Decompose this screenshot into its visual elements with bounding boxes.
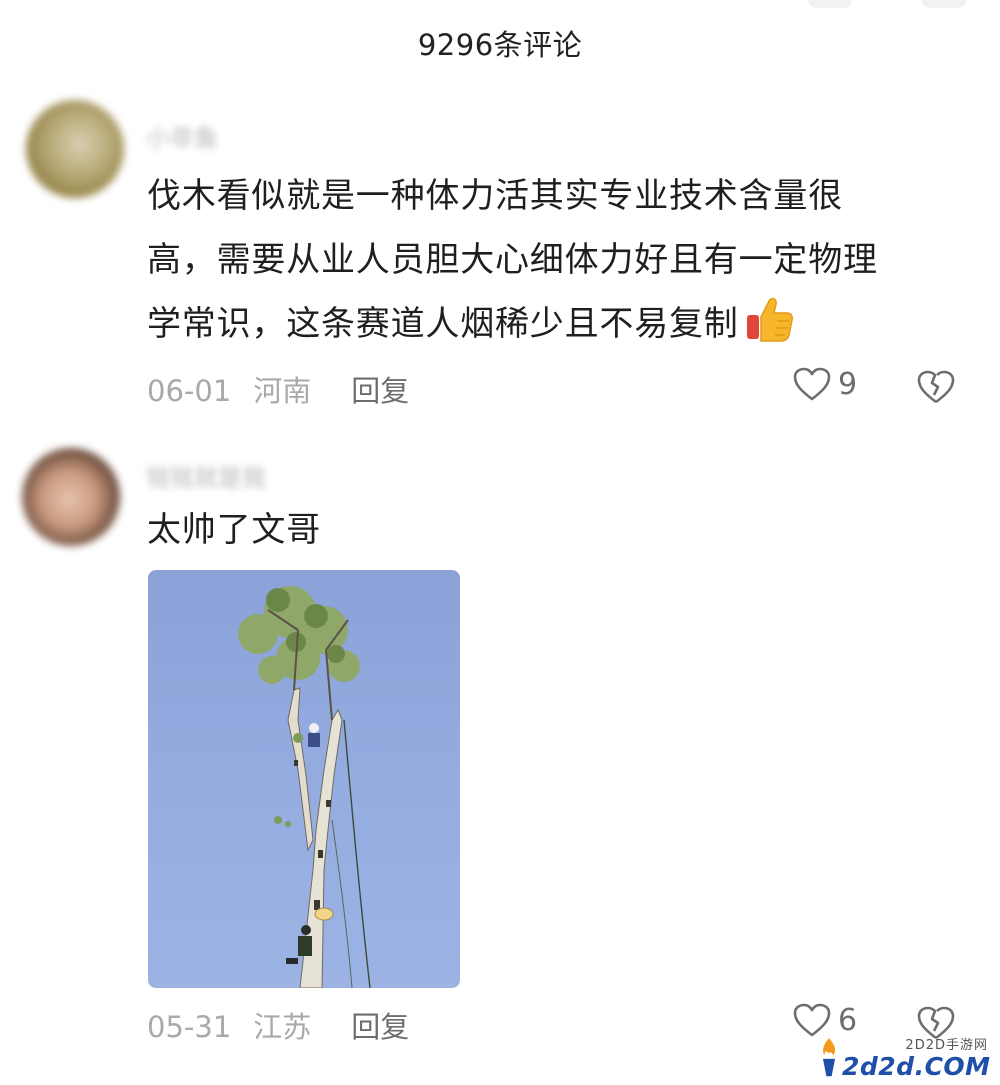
avatar[interactable] bbox=[26, 100, 124, 198]
comments-count-title: 9296条评论 bbox=[417, 28, 583, 62]
dislike-button[interactable] bbox=[916, 368, 956, 406]
avatar[interactable] bbox=[22, 448, 120, 546]
comment-image[interactable] bbox=[148, 570, 460, 988]
top-ghost-left bbox=[808, 0, 852, 8]
heart-icon bbox=[793, 367, 831, 401]
comment-line: 太帅了文哥 bbox=[147, 510, 321, 550]
comment-meta: 06-01 河南 回复 bbox=[147, 368, 409, 410]
broken-heart-icon bbox=[917, 370, 955, 404]
comment-text: 伐木看似就是一种体力活其实专业技术含量很 高，需要从业人员胆大心细体力好且有一定… bbox=[147, 164, 967, 356]
reply-button[interactable]: 回复 bbox=[351, 374, 409, 408]
comment-text: 太帅了文哥 bbox=[147, 498, 967, 562]
comment-line: 伐木看似就是一种体力活其实专业技术含量很 bbox=[147, 176, 843, 216]
comment-line: 学常识，这条赛道人烟稀少且不易复制 bbox=[147, 304, 739, 344]
watermark-en: 2d2d.COM bbox=[842, 1052, 991, 1081]
tree-climber-photo bbox=[238, 586, 371, 988]
comment-date: 06-01 bbox=[147, 374, 232, 408]
comment-location: 河南 bbox=[253, 374, 312, 408]
username[interactable]: 小非鱼 bbox=[146, 118, 218, 152]
reply-button[interactable]: 回复 bbox=[351, 1010, 409, 1044]
site-watermark: 2D2D手游网 2d2d.COM bbox=[812, 1028, 1000, 1085]
comment-location: 江苏 bbox=[253, 1010, 312, 1044]
username[interactable]: 铭铭就是我 bbox=[146, 458, 266, 492]
top-ghost-right bbox=[922, 0, 966, 8]
like-count: 9 bbox=[838, 366, 858, 402]
torch-logo-icon bbox=[822, 1038, 836, 1077]
comment-meta: 05-31 江苏 回复 bbox=[147, 1004, 409, 1046]
comment-date: 05-31 bbox=[147, 1010, 232, 1044]
watermark-cn: 2D2D手游网 bbox=[905, 1038, 988, 1053]
like-button[interactable]: 9 bbox=[792, 366, 857, 402]
thumbs-up-icon bbox=[743, 293, 795, 345]
comment-line: 高，需要从业人员胆大心细体力好且有一定物理 bbox=[147, 240, 878, 280]
